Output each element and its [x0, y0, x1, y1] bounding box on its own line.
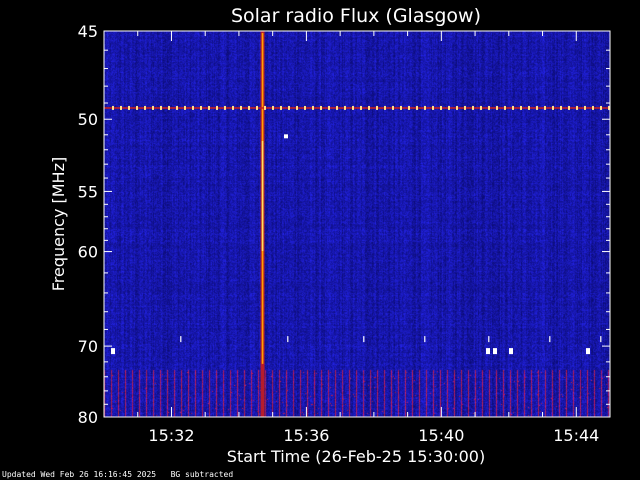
rfi-dot — [312, 105, 314, 110]
rfi-dot — [296, 105, 298, 110]
interference-spot — [509, 348, 513, 355]
rfi-dot — [192, 105, 194, 110]
rfi-dot — [544, 105, 546, 110]
interference-tick — [180, 336, 182, 343]
x-tick-label: 15:36 — [283, 426, 329, 445]
rfi-dot — [280, 105, 282, 110]
x-tick-label: 15:40 — [418, 426, 464, 445]
rfi-dot — [584, 105, 586, 110]
rfi-dot — [272, 105, 274, 110]
y-tick-label: 80 — [78, 408, 98, 427]
rfi-dot — [592, 105, 594, 110]
spectrogram-plot-area — [104, 31, 610, 417]
rfi-dot — [416, 105, 418, 110]
rfi-dot — [568, 105, 570, 110]
rfi-dot — [200, 105, 202, 110]
rfi-dot — [496, 105, 498, 110]
rfi-dot — [344, 105, 346, 110]
rfi-dot — [448, 105, 450, 110]
rfi-dot — [528, 105, 530, 110]
rfi-dot — [488, 105, 490, 110]
rfi-dot — [552, 105, 554, 110]
rfi-dot — [240, 105, 242, 110]
rfi-dot — [216, 105, 218, 110]
rfi-dot — [368, 105, 370, 110]
x-tick-label: 15:32 — [148, 426, 194, 445]
y-tick-label: 50 — [78, 110, 98, 129]
bg-note: BG subtracted — [170, 470, 234, 479]
rfi-dot — [304, 105, 306, 110]
rfi-dot — [480, 105, 482, 110]
rfi-dot — [320, 105, 322, 110]
rfi-dot — [360, 105, 362, 110]
rfi-dot — [176, 105, 178, 110]
rfi-dot — [560, 105, 562, 110]
updated-timestamp: Updated Wed Feb 26 16:16:45 2025 — [2, 470, 157, 479]
rfi-dot — [184, 105, 186, 110]
interference-tick — [549, 336, 551, 343]
rfi-dot — [408, 105, 410, 110]
rfi-dot — [440, 105, 442, 110]
rfi-dot — [512, 105, 514, 110]
rfi-dot — [576, 105, 578, 110]
rfi-line — [104, 106, 610, 109]
rfi-dot — [160, 105, 162, 110]
interference-spot — [486, 348, 490, 355]
rfi-dot — [264, 105, 266, 110]
interference-tick — [488, 336, 490, 343]
rfi-dot — [400, 105, 402, 110]
rfi-dot — [432, 105, 434, 110]
footer: Updated Wed Feb 26 16:16:45 2025 BG subt… — [2, 470, 233, 479]
rfi-dot — [336, 105, 338, 110]
y-tick-label: 70 — [78, 337, 98, 356]
y-tick-label: 45 — [78, 22, 98, 41]
rfi-dot — [384, 105, 386, 110]
rfi-dot — [120, 105, 122, 110]
burst-peak — [261, 141, 264, 251]
rfi-dot — [352, 105, 354, 110]
rfi-dot — [152, 105, 154, 110]
x-tick-label: 15:44 — [553, 426, 599, 445]
spectrogram-chart: 45 50 55 60 70 80 15:32 15:36 15:40 15:44 Solar … — [0, 0, 640, 480]
rfi-dot — [536, 105, 538, 110]
interference-spot — [493, 348, 497, 355]
rfi-dot — [376, 105, 378, 110]
rfi-dot — [520, 105, 522, 110]
rfi-dot — [232, 105, 234, 110]
rfi-dot — [600, 105, 602, 110]
y-tick-label: 60 — [78, 243, 98, 262]
rfi-dot — [208, 105, 210, 110]
rfi-dot — [456, 105, 458, 110]
rfi-dot — [256, 105, 258, 110]
interference-spot — [111, 348, 115, 355]
rfi-dot — [248, 105, 250, 110]
rfi-dot — [136, 105, 138, 110]
interference-spot — [586, 348, 590, 355]
rfi-dot — [504, 105, 506, 110]
rfi-dot — [144, 105, 146, 110]
rfi-dot — [224, 105, 226, 110]
interference-tick — [287, 336, 289, 343]
interference-spot — [284, 134, 288, 139]
y-tick-label: 55 — [78, 182, 98, 201]
rfi-dot — [328, 105, 330, 110]
rfi-dot — [392, 105, 394, 110]
interference-tick — [424, 336, 426, 343]
rfi-dot — [288, 105, 290, 110]
spectrogram-image — [104, 31, 610, 417]
x-axis-label: Start Time (26-Feb-25 15:30:00) — [227, 447, 485, 466]
rfi-dot — [472, 105, 474, 110]
interference-tick — [600, 336, 602, 343]
rfi-dot — [128, 105, 130, 110]
chart-title: Solar radio Flux (Glasgow) — [231, 5, 481, 27]
rfi-dot — [464, 105, 466, 110]
y-axis-label: Frequency [MHz] — [49, 157, 68, 291]
rfi-dot — [168, 105, 170, 110]
interference-tick — [363, 336, 365, 343]
rfi-dot — [112, 105, 114, 110]
rfi-dot — [424, 105, 426, 110]
